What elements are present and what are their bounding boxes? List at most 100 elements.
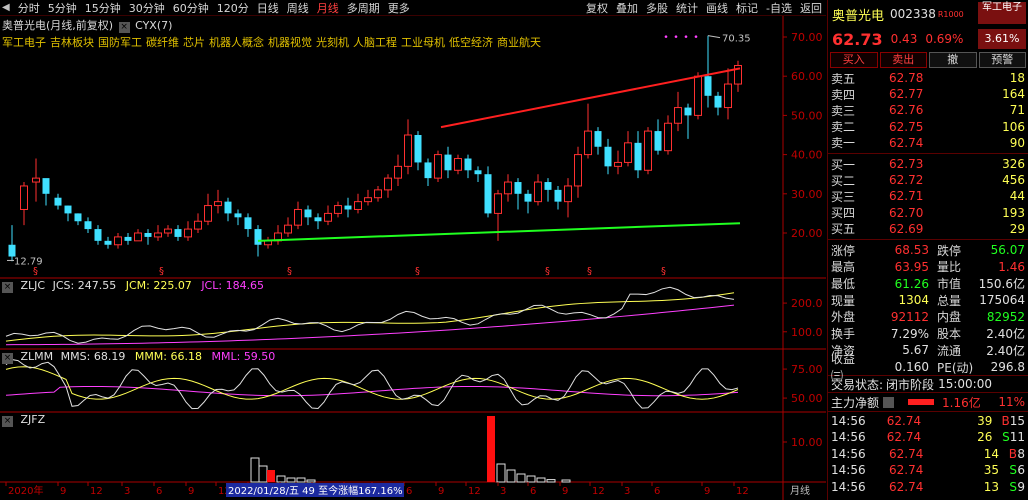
- trade-state-value: 闭市阶段: [886, 377, 935, 392]
- period-tab-8[interactable]: 月线: [313, 0, 343, 15]
- sector-tag-1[interactable]: 吉林板块: [50, 36, 94, 49]
- stat-row: 外盘 92112 内盘 82952: [828, 309, 1028, 326]
- period-tab-6[interactable]: 日线: [253, 0, 283, 15]
- period-tab-5[interactable]: 120分: [213, 0, 253, 15]
- candle-body: [374, 189, 382, 199]
- close-indicator-icon[interactable]: ×: [118, 22, 130, 33]
- toolbar-tool-4[interactable]: 画线: [702, 0, 732, 15]
- stat-v2: 2.40亿: [986, 343, 1025, 358]
- price-axis-label: 60.00: [791, 70, 823, 83]
- asks-row[interactable]: 卖四 62.77 164: [828, 86, 1028, 102]
- event-marker-icon: §: [33, 266, 38, 277]
- candle-body: [664, 122, 672, 152]
- period-tab-1[interactable]: 5分钟: [44, 0, 81, 15]
- min-price-label: 12.79: [14, 256, 43, 267]
- period-tab-10[interactable]: 更多: [384, 0, 414, 15]
- toolbar-tool-5[interactable]: 标记: [732, 0, 762, 15]
- price-axis-label: 30.00: [791, 188, 823, 201]
- toolbar-tool-1[interactable]: 叠加: [612, 0, 642, 15]
- period-tab-7[interactable]: 周线: [283, 0, 313, 15]
- period-tab-0[interactable]: 分时: [14, 0, 44, 15]
- toolbar-back-arrow-icon[interactable]: ◀: [0, 2, 14, 13]
- bids-price: 62.71: [889, 189, 924, 204]
- toolbar-tool-6[interactable]: -自选: [762, 0, 796, 15]
- tick-p: 62.74: [889, 463, 924, 478]
- sector-tag-6[interactable]: 机器视觉: [268, 36, 312, 49]
- buy-button[interactable]: 买入: [830, 52, 878, 68]
- tick-t: 14:56: [831, 430, 866, 445]
- period-tab-3[interactable]: 30分钟: [125, 0, 169, 15]
- sector-tag-3[interactable]: 碳纤维: [146, 36, 179, 49]
- stat-row: 最低 61.26 市值 150.6亿: [828, 275, 1028, 292]
- candle-body: [494, 193, 502, 214]
- toolbar-tool-3[interactable]: 统计: [672, 0, 702, 15]
- period-tab-9[interactable]: 多周期: [343, 0, 384, 15]
- bids-row[interactable]: 买一 62.73 326: [828, 156, 1028, 172]
- tick-p: 62.74: [886, 430, 922, 445]
- close-zjfz-icon[interactable]: ×: [2, 416, 13, 427]
- candle-body: [144, 233, 152, 237]
- close-zlmm-icon[interactable]: ×: [2, 353, 13, 364]
- main-flow-toggle-icon[interactable]: [883, 396, 895, 408]
- stock-sector-badge[interactable]: 军工电子: [978, 2, 1026, 24]
- toolbar-tool-7[interactable]: 返回: [796, 0, 826, 15]
- kline-chart-svg[interactable]: 70.00 60.00 50.00 40.00 30.00 20.00 12.79 70.35…: [0, 16, 826, 500]
- candle-body: [114, 236, 122, 246]
- stat-k: 换手: [831, 327, 856, 342]
- sector-tag-4[interactable]: 芯片: [183, 36, 205, 49]
- x-axis-label: 12: [736, 486, 749, 497]
- period-tab-4[interactable]: 60分钟: [169, 0, 213, 15]
- sector-tag-10[interactable]: 低空经济: [449, 36, 493, 49]
- cancel-order-button[interactable]: 撤: [929, 52, 977, 68]
- sector-tag-5[interactable]: 机器人概念: [209, 36, 264, 49]
- tick-p: 62.74: [886, 413, 922, 428]
- kline-chart-area[interactable]: 70.00 60.00 50.00 40.00 30.00 20.00 12.79 70.35…: [0, 16, 826, 500]
- candle-body: [324, 212, 332, 222]
- period-tab-2[interactable]: 15分钟: [81, 0, 125, 15]
- toolbar-tool-0[interactable]: 复权: [582, 0, 612, 15]
- stock-header: 奥普光电 002338 R1000 军工电子: [828, 0, 1028, 28]
- candle-body: [42, 178, 50, 194]
- sector-tag-11[interactable]: 商业航天: [497, 36, 541, 49]
- toolbar-tool-2[interactable]: 多股: [642, 0, 672, 15]
- x-axis-label: 12: [592, 486, 605, 497]
- stat-v2: 296.8: [990, 360, 1025, 375]
- bids-row[interactable]: 买四 62.70 193: [828, 205, 1028, 221]
- bids-row[interactable]: 买三 62.71 44: [828, 188, 1028, 204]
- bids-row[interactable]: 买五 62.69 29: [828, 221, 1028, 237]
- candle-body: [64, 205, 72, 214]
- tick-p: 62.74: [889, 446, 924, 461]
- candle-body: [354, 201, 362, 210]
- sector-tag-2[interactable]: 国防军工: [98, 36, 142, 49]
- alert-button[interactable]: 预警: [978, 52, 1026, 68]
- asks-row[interactable]: 卖三 62.76 71: [828, 102, 1028, 118]
- sell-button[interactable]: 卖出: [879, 52, 927, 68]
- asks-price: 62.74: [889, 135, 924, 150]
- zlmm-title: × ZLMM MMS: 68.19 MMM: 66.18 MML: 59.50: [2, 350, 275, 364]
- sector-tag-0[interactable]: 军工电子: [2, 36, 46, 49]
- sector-tag-7[interactable]: 光刻机: [316, 36, 349, 49]
- tick-list[interactable]: 14:56 62.74 39 B 15 14:56 62.74 26 S 11 14:56 62.74…: [828, 412, 1028, 495]
- zlmm-mml: MML: 59.50: [211, 350, 276, 363]
- stock-flag: R1000: [938, 10, 964, 19]
- sector-tag-9[interactable]: 工业母机: [401, 36, 445, 49]
- zjfz-bar: [526, 475, 536, 483]
- signal-dot: [664, 35, 668, 38]
- tick-s: S: [1009, 479, 1017, 494]
- x-axis-label: 3: [624, 486, 630, 497]
- zlmm-axis-label: 50.00: [791, 392, 823, 405]
- asks-row[interactable]: 卖一 62.74 90: [828, 135, 1028, 151]
- zljc-jcm: JCM: 225.07: [125, 279, 192, 292]
- candle-body: [414, 135, 422, 163]
- bids-row[interactable]: 买二 62.72 456: [828, 172, 1028, 188]
- close-zljc-icon[interactable]: ×: [2, 282, 13, 293]
- lower-trend-line: [257, 222, 741, 242]
- tick-q: 14: [983, 446, 999, 461]
- zjfz-bar: [267, 470, 275, 482]
- bids-label: 买三: [831, 189, 856, 204]
- sector-tag-8[interactable]: 人脑工程: [353, 36, 397, 49]
- stat-v2: 2.40亿: [986, 327, 1025, 342]
- asks-row[interactable]: 卖五 62.78 18: [828, 70, 1028, 86]
- stat-v: 7.29%: [890, 326, 929, 341]
- asks-row[interactable]: 卖二 62.75 106: [828, 119, 1028, 135]
